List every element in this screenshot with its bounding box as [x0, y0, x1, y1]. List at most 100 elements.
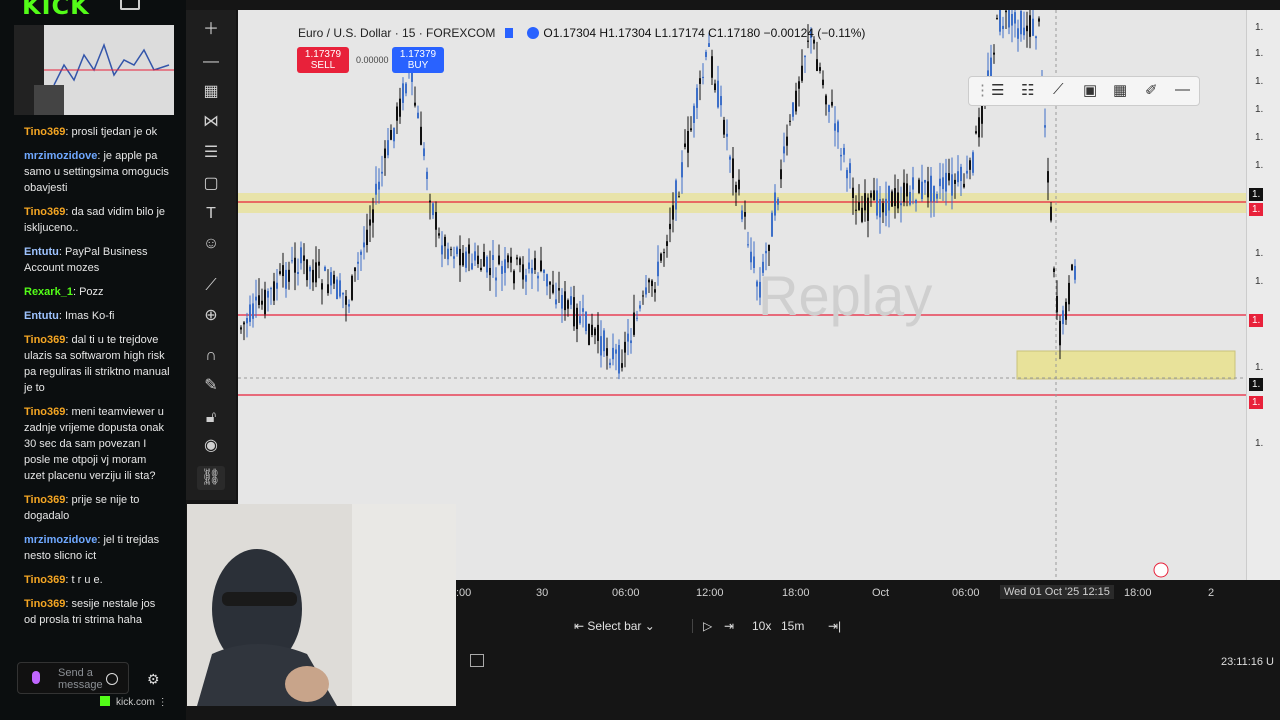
gear-icon[interactable]: ⚙ — [147, 671, 160, 688]
mic-icon[interactable] — [32, 671, 40, 684]
candle-body — [774, 192, 776, 216]
play-icon[interactable]: ▷ — [692, 619, 712, 633]
select-bar-button[interactable]: ⇤ Select bar ⌄ — [574, 619, 655, 633]
candle-body — [648, 279, 650, 283]
chart-area[interactable]: Replay Euro / U.S. Dollar · 15 · FOREXCO… — [238, 10, 1246, 580]
speed-select[interactable]: 10x — [752, 619, 771, 633]
candle-body — [363, 242, 365, 248]
chat-message: Rexark_1: Pozz — [24, 284, 170, 300]
chat-username[interactable]: mrzimozidove — [24, 150, 97, 162]
candle-body — [582, 308, 584, 312]
candle-body — [723, 119, 725, 135]
time-label: Oct — [872, 587, 890, 599]
stream-thumbnail[interactable] — [14, 25, 174, 115]
chat-username[interactable]: Tino369 — [24, 406, 65, 418]
candle-body — [627, 333, 629, 342]
eye-icon[interactable]: ◉ — [197, 434, 225, 458]
candle-body — [1002, 25, 1004, 30]
chat-username[interactable]: Entutu — [24, 310, 59, 322]
chat-username[interactable]: Tino369 — [24, 126, 65, 138]
candle-body — [831, 101, 833, 106]
chat-username[interactable]: Tino369 — [24, 574, 65, 586]
lock-icon[interactable]: 🔓︎ — [197, 406, 225, 430]
candle-body — [663, 252, 665, 254]
pencil-icon[interactable]: ✎ — [197, 374, 225, 398]
fib-icon[interactable]: ▦ — [197, 80, 225, 104]
emoji-icon[interactable]: ☺ — [197, 232, 225, 256]
drawing-toolbar: ＋ — ▦ ⋈ ☰ ▢ T ☺ ⟋ ⊕ ∩ ✎ 🔓︎ ◉ ⛓ — [186, 10, 236, 500]
price-axis[interactable]: 1.1.1.1.1.1.1.1.1.1.1.1.1.1.1.1.1.1.1.1. — [1246, 10, 1280, 580]
settings-lines-icon[interactable]: ☷ — [1021, 81, 1034, 99]
chat-username[interactable]: Tino369 — [24, 334, 65, 346]
brush-icon[interactable]: ✐ — [1145, 81, 1158, 99]
candle-body — [522, 264, 524, 280]
pattern-icon[interactable]: ⋈ — [197, 110, 225, 134]
clock: 23:11:16 U — [1220, 656, 1274, 668]
trendline-icon[interactable]: — — [197, 50, 225, 74]
chat-username[interactable]: Rexark_1 — [24, 286, 73, 298]
candle-body — [261, 300, 263, 305]
candle-body — [1017, 28, 1019, 39]
candle-body — [753, 256, 755, 268]
candle-body — [684, 143, 686, 147]
shape-icon[interactable]: ▢ — [197, 172, 225, 196]
candle-body — [1062, 310, 1064, 325]
candle-body — [660, 253, 662, 261]
collapse-icon[interactable] — [120, 0, 140, 10]
step-forward-icon[interactable]: ⇥ — [724, 619, 734, 633]
forecast-icon[interactable]: ☰ — [197, 141, 225, 165]
chat-input[interactable]: Send a message — [17, 662, 129, 694]
price-marker: 1. — [1249, 188, 1264, 201]
sell-button[interactable]: 1.17379 SELL — [297, 47, 349, 73]
candle-body — [600, 336, 602, 356]
chat-username[interactable]: mrzimozidove — [24, 534, 97, 546]
magnet-icon[interactable]: ∩ — [197, 344, 225, 368]
candle-body — [1056, 295, 1058, 313]
candle-body — [525, 275, 527, 282]
bottom-bar: 23:11:16 U — [456, 646, 1280, 676]
candle-body — [603, 330, 605, 352]
horizontal-line-icon[interactable]: — — [1175, 81, 1190, 98]
candle-body — [510, 256, 512, 263]
chat-text: t r u e. — [71, 574, 103, 586]
price-marker: 1. — [1249, 314, 1264, 327]
text-icon[interactable]: T — [197, 202, 225, 226]
chat-message: Entutu: Imas Ko-fi — [24, 308, 170, 324]
chat-username[interactable]: Entutu — [24, 246, 59, 258]
chat-username[interactable]: Tino369 — [24, 494, 65, 506]
template-icon[interactable]: ☰ — [991, 81, 1004, 99]
grid-icon[interactable]: ▦ — [1113, 81, 1127, 99]
zoom-icon[interactable]: ⊕ — [197, 304, 225, 328]
crosshair-icon[interactable]: ＋ — [197, 18, 225, 42]
ruler-icon[interactable]: ⟋ — [197, 274, 225, 298]
candle-body — [504, 259, 506, 273]
candle-body — [453, 256, 455, 259]
candle-body — [819, 67, 821, 71]
emoji-icon[interactable] — [106, 673, 118, 685]
link-icon[interactable]: ⛓ — [197, 466, 225, 490]
symbol-title[interactable]: Euro / U.S. Dollar · 15 · FOREXCOM — [298, 26, 495, 40]
line-tool-icon[interactable]: ⟋ — [1053, 81, 1064, 98]
rectangle-icon[interactable]: ▣ — [1083, 81, 1097, 99]
kick-logo[interactable]: KICK — [22, 0, 90, 20]
buy-button[interactable]: 1.17379 BUY — [392, 47, 444, 73]
candle-body — [972, 152, 974, 173]
candle-body — [672, 205, 674, 220]
interval-select[interactable]: 15m — [781, 619, 804, 633]
candle-body — [414, 102, 416, 106]
candle-body — [270, 288, 272, 290]
candle-body — [1044, 125, 1046, 128]
candle-body — [435, 212, 437, 230]
time-axis[interactable]: :00 30 06:00 12:00 18:00 Oct 06:00 Wed 01 Oct '… — [456, 580, 1280, 606]
jump-to-realtime-icon[interactable]: ⇥| — [828, 619, 841, 633]
floating-drawing-toolbar: ⋮ ☰ ☷ ⟋ ▣ ▦ ✐ — — [968, 76, 1200, 106]
kick-footer[interactable]: kick.com ⋮ — [100, 696, 168, 708]
chat-username[interactable]: Tino369 — [24, 598, 65, 610]
price-label: 1. — [1255, 104, 1264, 115]
candle-body — [327, 284, 329, 294]
calendar-icon[interactable] — [470, 654, 484, 667]
drag-handle-icon[interactable]: ⋮ — [975, 81, 990, 99]
candle-body — [792, 102, 794, 117]
flag-icon — [505, 28, 514, 38]
chat-username[interactable]: Tino369 — [24, 206, 65, 218]
